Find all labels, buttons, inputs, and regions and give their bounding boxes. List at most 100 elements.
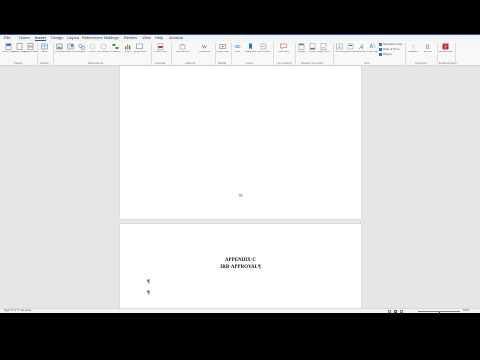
svg-text:π: π — [412, 45, 416, 51]
wordart-button[interactable]: A WordArt — [357, 43, 366, 56]
wordart-icon: A — [358, 45, 363, 50]
bookmark-button[interactable]: Bookmark — [245, 43, 256, 56]
appendix-heading: APPENDIX·C IRB·APPROVAL¶ — [120, 257, 361, 271]
appendix-subtitle: IRB·APPROVAL¶ — [220, 265, 261, 270]
online-pictures-icon — [67, 43, 74, 50]
link-icon — [234, 45, 241, 48]
svg-text:A: A — [358, 45, 363, 50]
cover-page-button[interactable]: Cover Page — [2, 43, 15, 56]
quick-parts-icon — [347, 43, 354, 50]
flash-icon: f — [442, 43, 449, 50]
group-media: Online Video Media — [216, 41, 230, 66]
cross-reference-button[interactable]: Cross-reference — [257, 43, 270, 56]
cross-reference-icon — [260, 43, 267, 50]
paragraph-mark: ¶ — [147, 280, 150, 285]
letterbox-top — [0, 0, 480, 34]
ribbon-insert: Cover Page Blank Page Page Break Pages T… — [0, 41, 480, 66]
group-links: Link Bookmark Cross-reference Links — [232, 41, 272, 66]
group-text: A Text Box Quick Parts A WordArt A Drop … — [334, 41, 404, 66]
group-label-acrobat: Acrobat — [155, 61, 166, 65]
word-window: File Home Insert Design Layout Reference… — [0, 0, 480, 360]
symbol-button[interactable]: Ω Symbol — [423, 43, 432, 56]
cube-icon — [100, 43, 107, 50]
page-number-button[interactable]: # Page Number — [317, 43, 330, 56]
table-icon — [41, 43, 48, 50]
signature-line-button[interactable]: Signature Line — [379, 43, 402, 46]
object-icon — [379, 53, 382, 56]
screenshot-button[interactable]: Screenshot — [133, 43, 146, 56]
table-button[interactable]: Table — [40, 43, 49, 56]
3d-models-button[interactable]: 3D Models — [98, 43, 109, 56]
calendar-icon — [379, 48, 382, 51]
pictures-button[interactable]: Pictures — [55, 43, 64, 56]
smartart-icon — [112, 44, 119, 49]
document-page[interactable]: APPENDIX·C IRB·APPROVAL¶ ¶ ¶ — [120, 224, 361, 308]
group-label-tables: Tables — [40, 61, 49, 65]
group-illustrations: Pictures Online Pictures Shapes Icons 3D… — [54, 41, 150, 66]
pdf-icon — [157, 43, 164, 50]
group-embed-flash: f Embed Flash Embed Flash — [438, 41, 457, 66]
group-label-text: Text — [364, 61, 370, 65]
document-page[interactable]: 76 — [120, 66, 361, 219]
paragraph-mark: ¶ — [147, 291, 150, 296]
wikipedia-button[interactable]: W Wikipedia — [199, 43, 210, 56]
group-label-media: Media — [218, 61, 227, 65]
online-video-button[interactable]: Online Video — [216, 43, 229, 56]
date-time-button[interactable]: Date & Time — [379, 48, 400, 51]
footer-icon — [309, 43, 316, 50]
bookmark-icon — [249, 43, 252, 50]
header-icon — [298, 43, 305, 50]
zoom-slider[interactable] — [418, 311, 460, 315]
page-break-icon — [27, 43, 34, 50]
pi-icon: π — [412, 45, 416, 51]
group-acrobat: Insert PDF Acrobat — [152, 41, 170, 66]
group-label-header-footer: Header & Footer — [301, 61, 324, 65]
comment-icon — [280, 43, 287, 50]
chart-button[interactable]: Chart — [123, 43, 132, 56]
link-button[interactable]: Link — [233, 43, 242, 56]
blank-page-icon — [16, 43, 23, 50]
header-button[interactable]: Header — [297, 43, 306, 56]
smartart-button[interactable]: SmartArt — [111, 43, 120, 56]
insert-pdf-button[interactable]: Insert PDF — [155, 43, 166, 56]
pictures-icon — [56, 43, 63, 50]
equation-button[interactable]: π Equation — [409, 43, 419, 56]
page-break-button[interactable]: Page Break — [24, 43, 37, 56]
icons-icon — [89, 43, 96, 50]
store-icon — [179, 43, 186, 50]
appendix-title: APPENDIX·C — [224, 258, 257, 263]
drop-cap-button[interactable]: A Drop Cap — [367, 43, 378, 56]
page-number-icon: # — [320, 43, 327, 50]
page-number: 76 — [238, 193, 243, 198]
svg-text:W: W — [202, 45, 208, 51]
cover-page-icon — [5, 43, 12, 50]
text-box-icon: A — [336, 43, 343, 50]
object-button[interactable]: Object — [379, 53, 392, 56]
get-addins-button[interactable]: Get Add-ins — [176, 43, 189, 56]
omega-icon: Ω — [425, 45, 429, 51]
drop-cap-icon: A — [370, 44, 376, 50]
shapes-button[interactable]: Shapes — [77, 43, 86, 56]
embed-flash-button[interactable]: f Embed Flash — [439, 43, 452, 56]
group-label-illustrations: Illustrations — [88, 61, 104, 65]
signature-icon — [379, 43, 382, 46]
group-tables: Table Tables — [38, 41, 52, 66]
online-pictures-button[interactable]: Online Pictures — [64, 43, 77, 56]
group-symbols: π Equation Ω Symbol Symbols — [406, 41, 436, 66]
svg-text:Ω: Ω — [425, 45, 429, 51]
icons-button[interactable]: Icons — [88, 43, 97, 56]
group-label-comments: Comments — [277, 61, 292, 65]
text-box-button[interactable]: A Text Box — [335, 43, 344, 56]
blank-page-button[interactable]: Blank Page — [13, 43, 26, 56]
document-workspace[interactable]: 76 APPENDIX·C IRB·APPROVAL¶ ¶ ¶ — [0, 66, 480, 308]
footer-button[interactable]: Footer — [308, 43, 317, 56]
separator — [455, 43, 456, 65]
shapes-icon — [78, 44, 85, 50]
group-label-links: Links — [246, 61, 254, 65]
group-label-symbols: Symbols — [415, 61, 427, 65]
chart-icon — [125, 44, 131, 50]
quick-parts-button[interactable]: Quick Parts — [344, 43, 357, 56]
comment-button[interactable]: Comment — [278, 43, 289, 56]
group-comments: Comment Comments — [274, 41, 294, 66]
group-header-footer: Header Footer # Page Number Header & Foo… — [296, 41, 332, 66]
